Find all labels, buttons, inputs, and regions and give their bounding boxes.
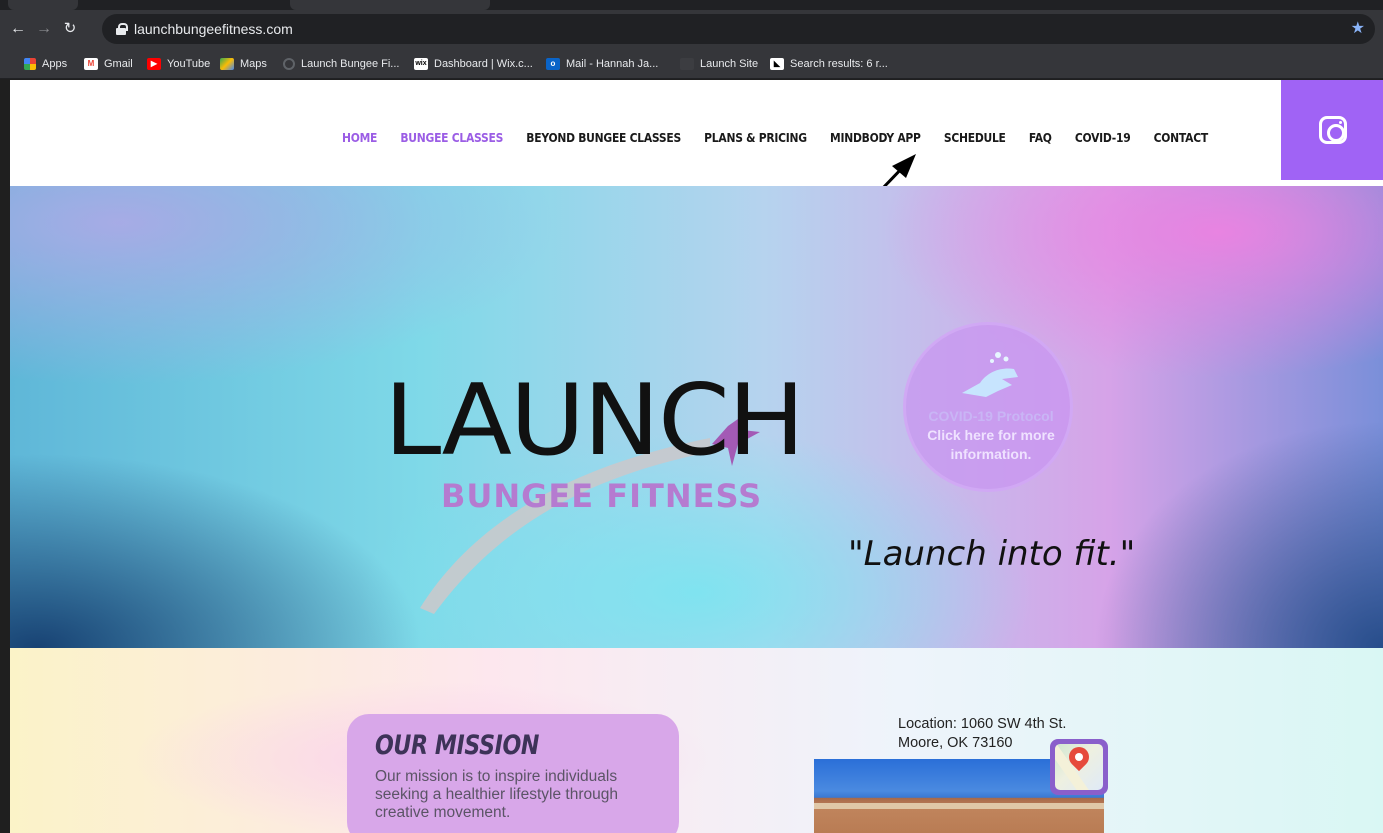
mission-title: OUR MISSION (375, 730, 540, 761)
maps-icon (220, 57, 234, 70)
browser-tab[interactable] (8, 0, 78, 10)
main-menu: HOME BUNGEE CLASSES BEYOND BUNGEE CLASSE… (342, 130, 1208, 145)
nav-item-faq[interactable]: FAQ (1029, 130, 1052, 145)
back-arrow-icon[interactable]: ← (6, 10, 30, 48)
lock-icon[interactable] (116, 23, 128, 35)
covid-badge-link[interactable]: Click here for more information. (906, 426, 1076, 464)
instagram-button[interactable] (1281, 80, 1383, 180)
instagram-icon (1319, 116, 1347, 144)
nav-item-contact[interactable]: CONTACT (1154, 130, 1209, 145)
bookmark-label: Dashboard | Wix.c... (434, 57, 533, 70)
wix-icon: wix (414, 57, 428, 70)
website-page: HOME BUNGEE CLASSES BEYOND BUNGEE CLASSE… (10, 80, 1383, 833)
bookmark-label: YouTube (167, 57, 211, 70)
bookmark-search-results[interactable]: ◣ Search results: 6 r... (770, 48, 888, 79)
outlook-icon: o (546, 57, 560, 70)
covid-badge-title: COVID-19 Protocol (928, 408, 1054, 424)
search-results-icon: ◣ (770, 57, 784, 70)
bookmark-outlook-mail[interactable]: o Mail - Hannah Ja... (546, 48, 658, 79)
bookmark-label: Maps (240, 57, 267, 70)
bookmark-apps[interactable]: Apps (24, 48, 67, 79)
nav-item-schedule[interactable]: SCHEDULE (944, 130, 1006, 145)
bookmark-label: Search results: 6 r... (790, 57, 888, 70)
nav-item-mindbody-app[interactable]: MINDBODY APP (830, 130, 921, 145)
location-line-2: Moore, OK 73160 (898, 735, 1013, 751)
nav-item-covid-19[interactable]: COVID-19 (1075, 130, 1131, 145)
handwashing-icon (962, 352, 1018, 397)
bookmark-label: Launch Bungee Fi... (301, 57, 400, 70)
bookmark-gmail[interactable]: M Gmail (84, 48, 133, 79)
youtube-icon: ▶ (147, 57, 161, 70)
bookmark-label: Launch Site (700, 57, 759, 70)
location-address: Location: 1060 SW 4th St. Moore, OK 7316… (898, 715, 1066, 753)
map-pin-button[interactable] (1050, 739, 1108, 795)
logo-subtitle: BUNGEE FITNESS (441, 477, 763, 515)
bookmark-youtube[interactable]: ▶ YouTube (147, 48, 210, 79)
nav-item-home[interactable]: HOME (342, 130, 377, 145)
apps-grid-icon (24, 57, 36, 70)
location-line-1: Location: 1060 SW 4th St. (898, 716, 1067, 732)
gmail-icon: M (84, 57, 98, 70)
reload-icon[interactable]: ↻ (58, 10, 82, 48)
address-bar[interactable]: launchbungeefitness.com ★ (102, 14, 1375, 44)
nav-item-beyond-bungee-classes[interactable]: BEYOND BUNGEE CLASSES (526, 130, 681, 145)
nav-item-plans-pricing[interactable]: PLANS & PRICING (704, 130, 807, 145)
mission-card: OUR MISSION Our mission is to inspire in… (347, 714, 679, 833)
browser-tab[interactable] (290, 0, 490, 10)
mission-section: OUR MISSION Our mission is to inspire in… (10, 648, 1383, 833)
blank-icon (680, 57, 694, 70)
bookmark-maps[interactable]: Maps (220, 48, 267, 79)
bookmark-label: Apps (42, 57, 68, 70)
covid-protocol-badge[interactable]: COVID-19 Protocol Click here for more in… (903, 322, 1073, 492)
bookmark-launch-site[interactable]: Launch Site (680, 48, 758, 79)
bookmark-label: Gmail (104, 57, 133, 70)
address-bar-row: ← → ↻ launchbungeefitness.com ★ (0, 10, 1383, 48)
bookmark-label: Mail - Hannah Ja... (566, 57, 659, 70)
building-cornice (814, 803, 1104, 809)
bookmarks-bar: Apps M Gmail ▶ YouTube Maps Launch Bunge… (0, 48, 1383, 79)
logo-wordmark: LAUNCH (384, 364, 805, 478)
url-text: launchbungeefitness.com (134, 21, 293, 37)
forward-arrow-icon[interactable]: → (32, 10, 56, 48)
hero-tagline: "Launch into fit." (848, 534, 1136, 574)
loading-icon (283, 57, 295, 70)
nav-item-bungee-classes[interactable]: BUNGEE CLASSES (400, 130, 503, 145)
bookmark-star-icon[interactable]: ★ (1351, 14, 1365, 44)
bookmark-launch-bungee[interactable]: Launch Bungee Fi... (283, 48, 399, 79)
tab-strip (0, 0, 1383, 10)
mission-body: Our mission is to inspire individuals se… (375, 768, 618, 821)
site-header: HOME BUNGEE CLASSES BEYOND BUNGEE CLASSE… (10, 80, 1383, 220)
bookmark-wix-dashboard[interactable]: wix Dashboard | Wix.c... (414, 48, 533, 79)
map-icon (1055, 744, 1103, 790)
hero-banner: LAUNCH BUNGEE FITNESS COVID-19 Protocol … (10, 186, 1383, 648)
